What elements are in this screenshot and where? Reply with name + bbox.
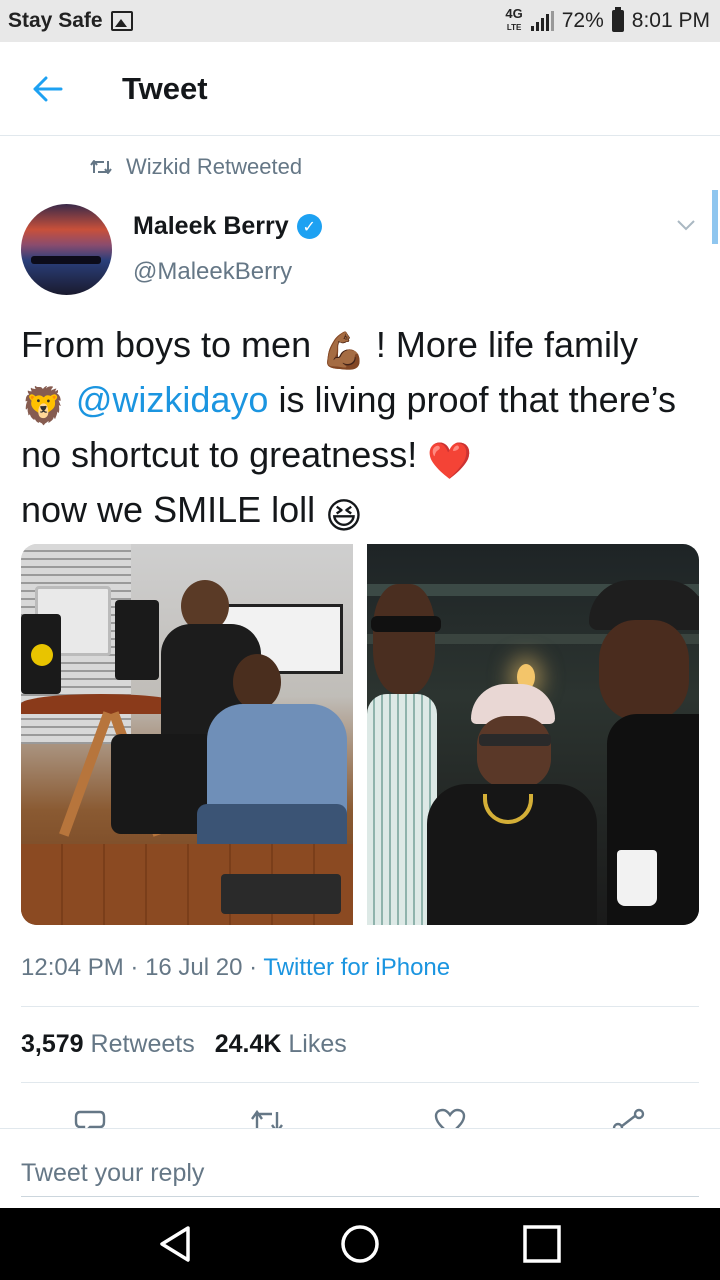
nav-recents-button[interactable] bbox=[520, 1222, 564, 1266]
tweet-photo-group[interactable] bbox=[367, 544, 699, 925]
tweet-photo-studio[interactable] bbox=[21, 544, 353, 925]
lion-emoji: 🦁 bbox=[21, 385, 66, 426]
circle-home-icon bbox=[341, 1225, 379, 1263]
retweet-button[interactable] bbox=[250, 1108, 284, 1128]
retweet-icon bbox=[251, 1109, 283, 1128]
network-indicator: 4G LTE bbox=[505, 6, 523, 34]
tweet-stats: 3,579 Retweets 24.4K Likes bbox=[21, 1030, 347, 1059]
more-options-button[interactable] bbox=[676, 218, 696, 236]
mention-link[interactable]: @wizkidayo bbox=[76, 379, 269, 420]
author-handle[interactable]: @MaleekBerry bbox=[133, 258, 292, 286]
nav-back-button[interactable] bbox=[154, 1222, 198, 1266]
square-recents-icon bbox=[523, 1225, 561, 1263]
reply-button[interactable] bbox=[74, 1108, 106, 1128]
author-name-row[interactable]: Maleek Berry ✓ bbox=[133, 212, 322, 241]
likes-stat[interactable]: 24.4K Likes bbox=[215, 1030, 347, 1059]
tweet-time: 12:04 PM bbox=[21, 954, 124, 981]
system-nav-bar bbox=[0, 1208, 720, 1280]
status-right: 4G LTE 72% 8:01 PM bbox=[505, 6, 710, 34]
flexed-biceps-emoji: 💪🏾 bbox=[321, 330, 366, 371]
status-left: Stay Safe bbox=[8, 9, 133, 33]
avatar[interactable] bbox=[21, 204, 112, 295]
retweets-label: Retweets bbox=[90, 1030, 195, 1058]
heart-icon bbox=[434, 1108, 466, 1128]
tweet-actions bbox=[0, 1098, 720, 1128]
like-button[interactable] bbox=[434, 1108, 466, 1128]
reply-input[interactable] bbox=[21, 1151, 699, 1197]
laughing-emoji: 😆 bbox=[325, 495, 363, 536]
likes-label: Likes bbox=[288, 1030, 347, 1058]
signal-icon bbox=[530, 11, 554, 31]
author-name: Maleek Berry bbox=[133, 212, 289, 240]
separator: · bbox=[242, 954, 264, 981]
triangle-back-icon bbox=[160, 1226, 190, 1262]
retweet-label: Wizkid Retweeted bbox=[126, 154, 303, 179]
divider bbox=[21, 1082, 699, 1083]
separator: · bbox=[123, 954, 146, 981]
tweet-media bbox=[21, 544, 699, 925]
network-sub-label: LTE bbox=[506, 23, 522, 32]
back-arrow-icon bbox=[33, 76, 63, 101]
scroll-indicator bbox=[712, 190, 718, 244]
reply-bar bbox=[0, 1128, 720, 1208]
network-label: 4G bbox=[505, 6, 523, 21]
battery-percent: 72% bbox=[561, 9, 604, 32]
tweet-text-part: now we SMILE loll bbox=[21, 489, 326, 530]
retweet-indicator[interactable]: Wizkid Retweeted bbox=[90, 154, 302, 180]
tweet-text: From boys to men 💪🏾 ! More life family 🦁… bbox=[21, 320, 701, 540]
clock: 8:01 PM bbox=[631, 9, 710, 32]
reply-icon bbox=[74, 1110, 106, 1128]
status-bar: Stay Safe 4G LTE 72% 8:01 PM bbox=[0, 0, 720, 42]
nav-home-button[interactable] bbox=[338, 1222, 382, 1266]
heart-emoji: ❤️ bbox=[427, 440, 473, 481]
tweet-timestamp: 12:04 PM · 16 Jul 20 · Twitter for iPhon… bbox=[21, 954, 450, 982]
app-header: Tweet bbox=[0, 42, 720, 136]
divider bbox=[21, 1006, 699, 1007]
retweets-count: 3,579 bbox=[21, 1030, 84, 1058]
share-button[interactable] bbox=[612, 1108, 646, 1128]
back-button[interactable] bbox=[0, 42, 96, 136]
retweets-stat[interactable]: 3,579 Retweets bbox=[21, 1030, 195, 1059]
tweet-text-part: ! More life family bbox=[365, 324, 638, 365]
retweet-icon bbox=[90, 160, 112, 174]
page-title: Tweet bbox=[122, 70, 208, 106]
verified-badge-icon: ✓ bbox=[296, 214, 322, 239]
battery-icon bbox=[611, 7, 624, 32]
tweet-source-link[interactable]: Twitter for iPhone bbox=[263, 954, 450, 981]
tweet-text-part: From boys to men bbox=[21, 324, 322, 365]
tweet-date: 16 Jul 20 bbox=[145, 954, 243, 981]
chevron-down-icon bbox=[677, 220, 695, 231]
image-notification-icon bbox=[110, 11, 133, 31]
share-icon bbox=[612, 1108, 645, 1128]
carrier-label: Stay Safe bbox=[8, 9, 103, 32]
likes-count: 24.4K bbox=[214, 1030, 282, 1058]
